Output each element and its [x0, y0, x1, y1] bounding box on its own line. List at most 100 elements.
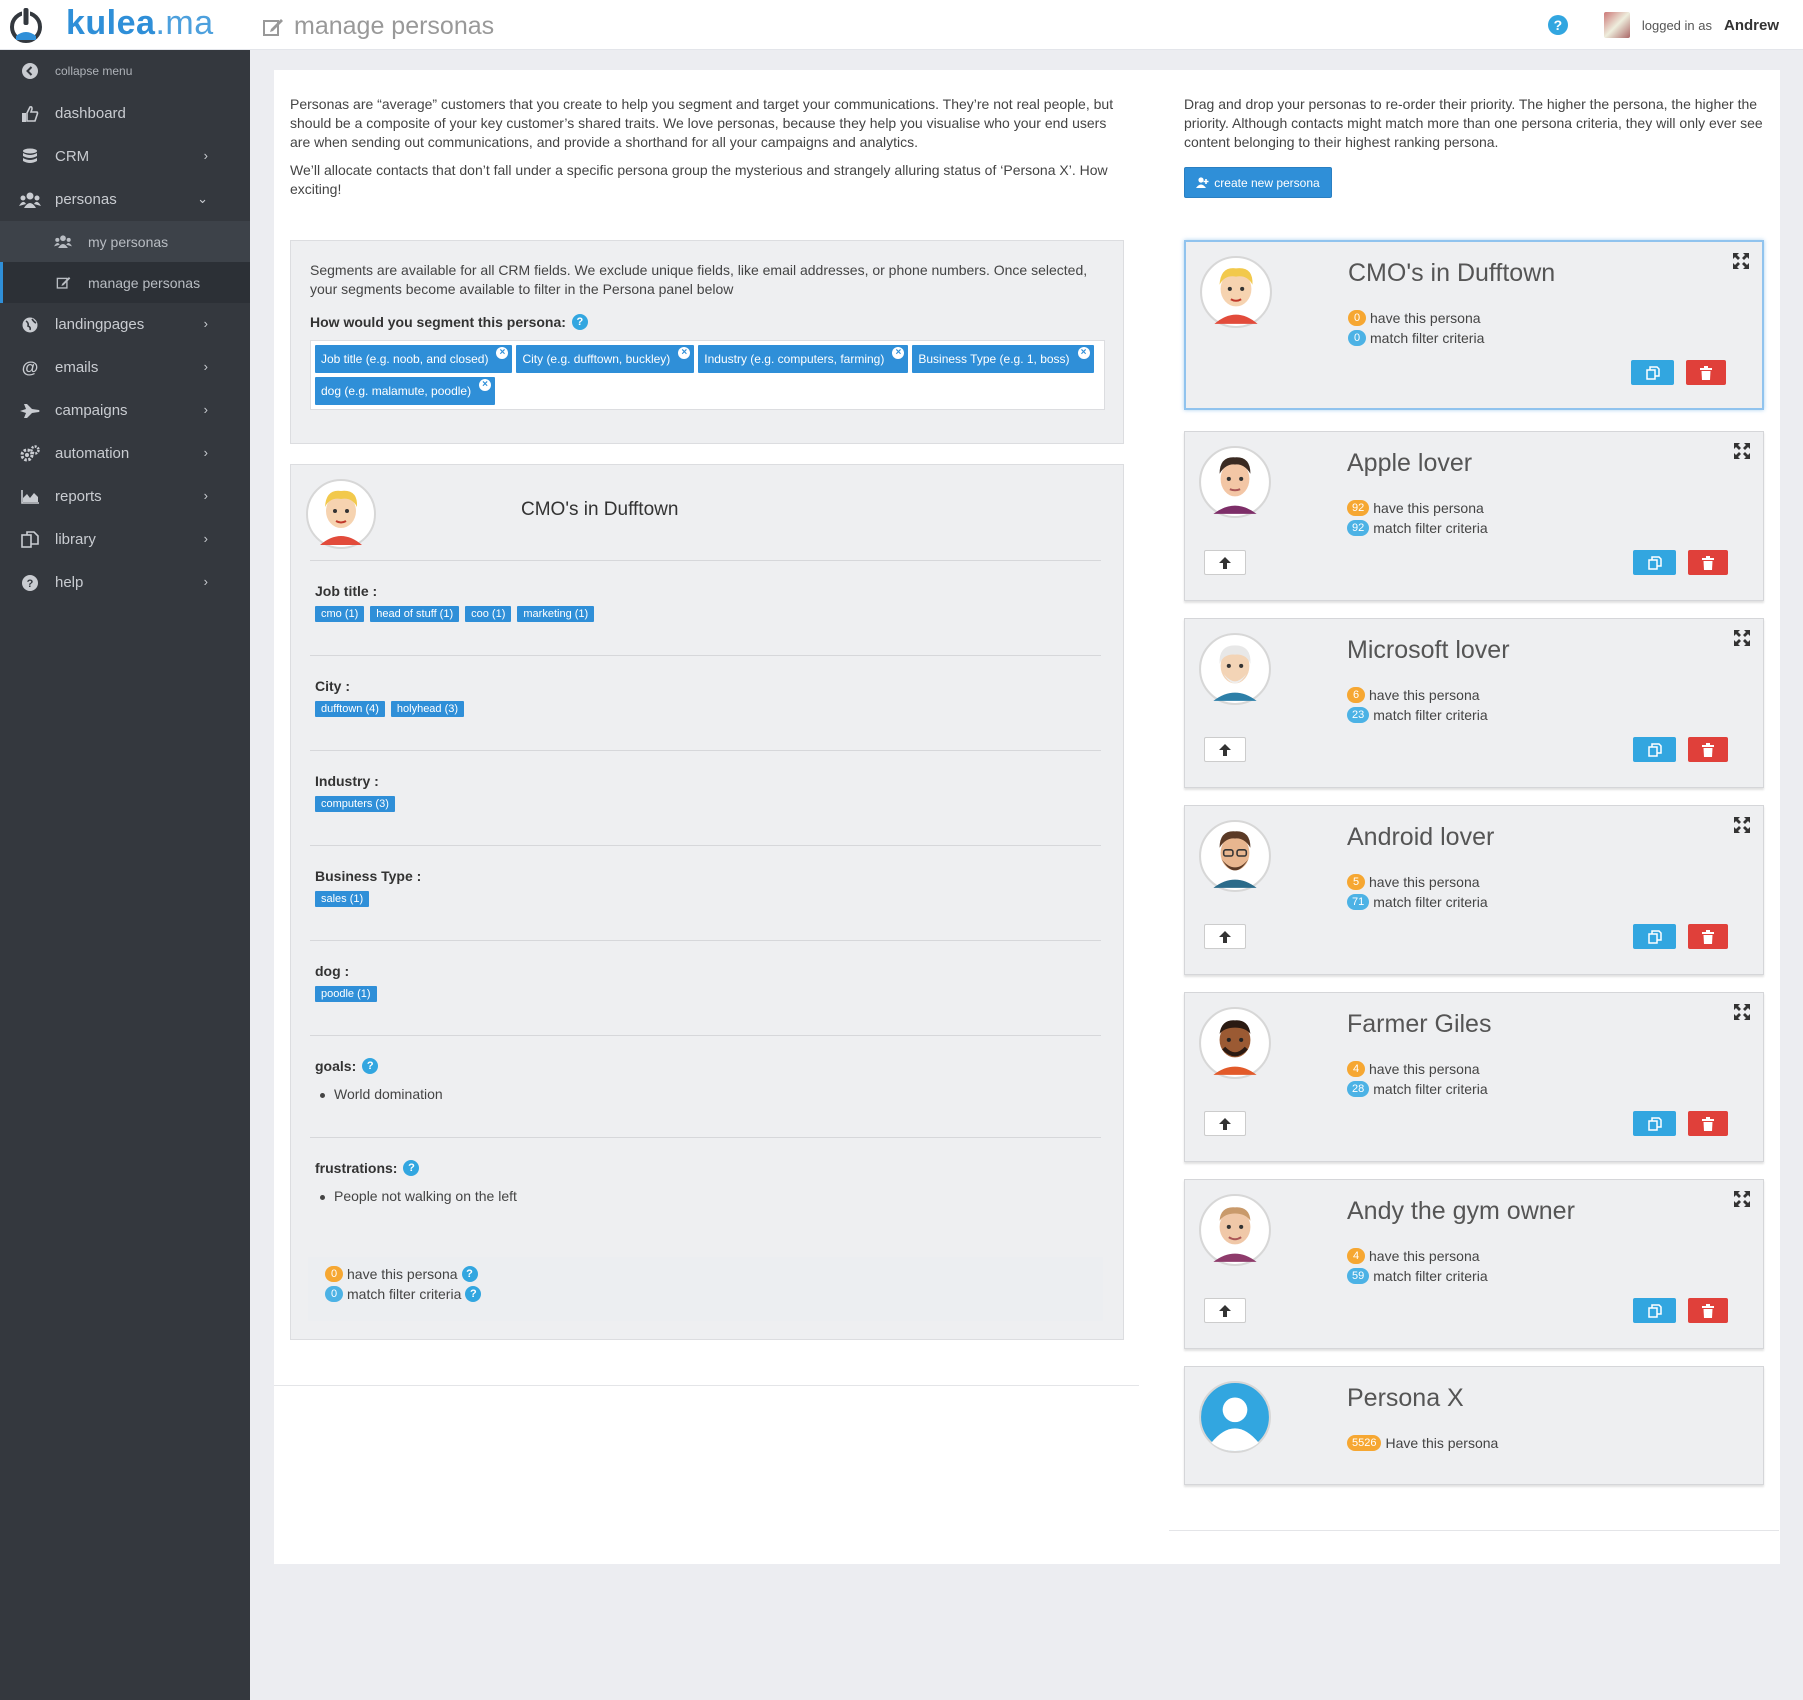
- remove-tag-icon[interactable]: ×: [479, 379, 492, 391]
- divider: [1169, 1530, 1779, 1531]
- persona-card[interactable]: CMO's in Dufftown 0 have this persona 0 ma…: [1184, 240, 1764, 410]
- persona-avatar[interactable]: [1200, 256, 1272, 328]
- move-up-button[interactable]: [1204, 550, 1246, 575]
- thumbs-up-icon: [19, 103, 41, 125]
- delete-persona-button[interactable]: [1688, 737, 1728, 762]
- persona-name: Andy the gym owner: [1347, 1197, 1575, 1225]
- expand-icon[interactable]: [1732, 252, 1750, 270]
- persona-avatar[interactable]: [1199, 1007, 1271, 1079]
- segment-tag[interactable]: Industry (e.g. computers, farming) ×: [698, 345, 909, 373]
- persona-card[interactable]: Apple lover 92 have this persona 92 match …: [1184, 431, 1764, 601]
- goal-item: World domination: [320, 1086, 443, 1102]
- chevron-right-icon: ›: [203, 488, 208, 503]
- persona-avatar[interactable]: [1199, 633, 1271, 705]
- duplicate-persona-button[interactable]: [1633, 1111, 1676, 1136]
- match-count-badge: 0: [1348, 330, 1366, 346]
- users-icon: [19, 189, 41, 211]
- persona-card[interactable]: Andy the gym owner 4 have this persona 59…: [1184, 1179, 1764, 1349]
- persona-avatar[interactable]: [1199, 446, 1271, 518]
- sidebar-item-manage-personas[interactable]: manage personas: [0, 262, 250, 303]
- help-icon[interactable]: ?: [1547, 15, 1568, 35]
- move-up-button[interactable]: [1204, 1298, 1246, 1323]
- persona-counts: 0 have this persona ? 0 match filter cri…: [308, 1257, 1103, 1321]
- main-panel: Personas are “average” customers that yo…: [274, 70, 1780, 1564]
- user-name[interactable]: Andrew: [1724, 17, 1779, 34]
- delete-persona-button[interactable]: [1686, 360, 1726, 385]
- sidebar-item-landingpages[interactable]: landingpages ›: [0, 303, 250, 346]
- delete-persona-button[interactable]: [1688, 1298, 1728, 1323]
- intro-paragraph: Personas are “average” customers that yo…: [290, 96, 1114, 150]
- remove-tag-icon[interactable]: ×: [678, 347, 691, 359]
- files-icon: [19, 529, 41, 551]
- move-up-button[interactable]: [1204, 737, 1246, 762]
- job-title-section: Job title : cmo (1) head of stuff (1) co…: [310, 560, 1101, 622]
- sidebar-item-reports[interactable]: reports ›: [0, 475, 250, 518]
- help-icon[interactable]: ?: [362, 1058, 379, 1074]
- chevron-right-icon: ›: [203, 574, 208, 589]
- copy-icon: [1647, 929, 1662, 944]
- segment-tag[interactable]: Business Type (e.g. 1, boss) ×: [912, 345, 1094, 373]
- user-avatar[interactable]: [1603, 12, 1630, 38]
- expand-icon[interactable]: [1733, 1190, 1751, 1208]
- segment-tags-input[interactable]: Job title (e.g. noob, and closed) × City …: [310, 340, 1105, 410]
- persona-card[interactable]: Farmer Giles 4 have this persona 28 match …: [1184, 992, 1764, 1162]
- persona-avatar[interactable]: [306, 479, 376, 549]
- move-up-button[interactable]: [1204, 1111, 1246, 1136]
- duplicate-persona-button[interactable]: [1633, 1298, 1676, 1323]
- city-section: City : dufftown (4) holyhead (3): [310, 655, 1101, 717]
- dog-section: dog : poodle (1): [310, 940, 1101, 1002]
- help-icon[interactable]: ?: [465, 1286, 482, 1302]
- copy-icon: [1647, 1116, 1662, 1131]
- sidebar-item-campaigns[interactable]: campaigns ›: [0, 389, 250, 432]
- segment-tag[interactable]: City (e.g. dufftown, buckley) ×: [516, 345, 695, 373]
- sidebar-item-help[interactable]: ? help ›: [0, 561, 250, 604]
- remove-tag-icon[interactable]: ×: [496, 347, 509, 359]
- expand-icon[interactable]: [1733, 629, 1751, 647]
- intro-text: Personas are “average” customers that yo…: [290, 95, 1120, 208]
- duplicate-persona-button[interactable]: [1633, 924, 1676, 949]
- sidebar-item-library[interactable]: library ›: [0, 518, 250, 561]
- segment-tag[interactable]: dog (e.g. malamute, poodle) ×: [315, 377, 496, 405]
- sidebar-item-dashboard[interactable]: dashboard: [0, 92, 250, 135]
- persona-name: Farmer Giles: [1347, 1010, 1492, 1038]
- edit-icon: [52, 272, 74, 294]
- sidebar-item-crm[interactable]: CRM ›: [0, 135, 250, 178]
- persona-card[interactable]: Microsoft lover 6 have this persona 23 mat…: [1184, 618, 1764, 788]
- sidebar-item-emails[interactable]: @ emails ›: [0, 346, 250, 389]
- delete-persona-button[interactable]: [1688, 550, 1728, 575]
- help-icon[interactable]: ?: [571, 314, 588, 330]
- value-tag: dufftown (4): [315, 701, 385, 717]
- duplicate-persona-button[interactable]: [1633, 550, 1676, 575]
- brand-name[interactable]: kulea.ma: [66, 4, 214, 43]
- trash-icon: [1702, 1116, 1714, 1131]
- remove-tag-icon[interactable]: ×: [1077, 347, 1090, 359]
- match-count-badge: 0: [325, 1286, 343, 1302]
- delete-persona-button[interactable]: [1688, 1111, 1728, 1136]
- chevron-right-icon: ›: [203, 531, 208, 546]
- have-count-badge: 5526: [1347, 1435, 1382, 1451]
- expand-icon[interactable]: [1733, 442, 1751, 460]
- create-persona-button[interactable]: create new persona: [1184, 167, 1332, 198]
- collapse-menu[interactable]: collapse menu: [0, 50, 250, 92]
- expand-icon[interactable]: [1733, 816, 1751, 834]
- sidebar-item-personas[interactable]: personas ⌄: [0, 178, 250, 221]
- persona-avatar[interactable]: [1199, 820, 1271, 892]
- persona-card[interactable]: Android lover 5 have this persona 71 match…: [1184, 805, 1764, 975]
- help-icon[interactable]: ?: [461, 1266, 478, 1282]
- value-tag: cmo (1): [315, 606, 365, 622]
- sidebar-item-my-personas[interactable]: my personas: [0, 221, 250, 262]
- persona-x-card[interactable]: Persona X 5526 Have this persona: [1184, 1366, 1764, 1485]
- duplicate-persona-button[interactable]: [1633, 737, 1676, 762]
- segment-tag[interactable]: Job title (e.g. noob, and closed) ×: [315, 345, 513, 373]
- remove-tag-icon[interactable]: ×: [892, 347, 905, 359]
- sidebar-item-automation[interactable]: automation ›: [0, 432, 250, 475]
- kulea-logo-icon[interactable]: [8, 6, 44, 44]
- move-up-button[interactable]: [1204, 924, 1246, 949]
- duplicate-persona-button[interactable]: [1631, 360, 1674, 385]
- copy-icon: [1647, 555, 1662, 570]
- persona-avatar[interactable]: [1199, 1194, 1271, 1266]
- help-icon[interactable]: ?: [403, 1160, 420, 1176]
- expand-icon[interactable]: [1733, 1003, 1751, 1021]
- default-user-avatar-icon: [1199, 1381, 1271, 1453]
- delete-persona-button[interactable]: [1688, 924, 1728, 949]
